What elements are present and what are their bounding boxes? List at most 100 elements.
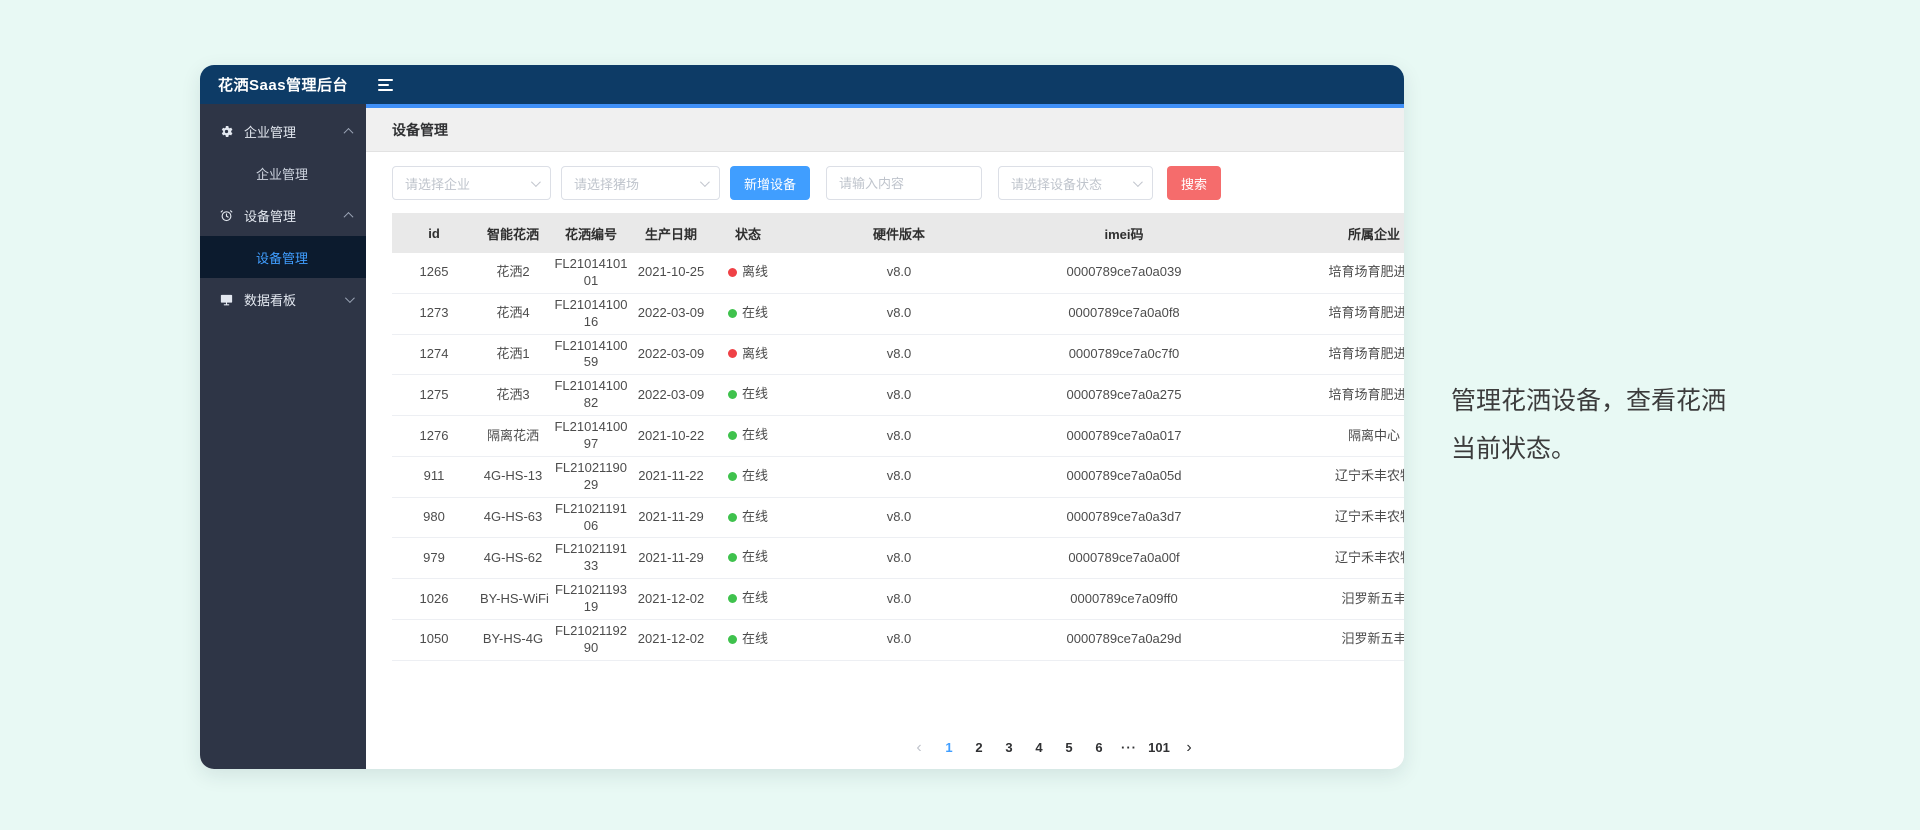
content-input-wrap — [826, 166, 982, 200]
status-label: 在线 — [742, 305, 768, 322]
enterprise-select[interactable]: 请选择企业 — [392, 166, 551, 200]
cell-company: 培育场育肥进栏 — [1236, 253, 1404, 293]
cell-hardware-version: v8.0 — [786, 579, 1012, 620]
cell-device-name: BY-HS-WiFi — [476, 579, 550, 620]
prev-page-button[interactable]: ‹ — [906, 735, 932, 761]
cell-company: 培育场育肥进栏 — [1236, 375, 1404, 416]
content-input[interactable] — [839, 176, 969, 191]
cell-device-name: 隔离花洒 — [476, 416, 550, 457]
page-button-5[interactable]: 5 — [1056, 735, 1082, 761]
pagination: ‹123456···101› — [906, 735, 1404, 761]
offline-status-dot — [728, 349, 737, 358]
cell-device-code: FL2101410082 — [550, 375, 632, 416]
cell-device-code: FL2101410059 — [550, 334, 632, 375]
page-button-4[interactable]: 4 — [1026, 735, 1052, 761]
table-row: 9114G-HS-13FL21021190292021-11-22在线v8.00… — [392, 456, 1404, 497]
main-panel: 设备管理 请选择企业 请选择猪场 新增设备 — [366, 104, 1404, 769]
table-row: 9804G-HS-63FL21021191062021-11-29在线v8.00… — [392, 497, 1404, 538]
cell-id: 911 — [392, 456, 476, 497]
sidebar-item-dashboard[interactable]: 数据看板 — [200, 278, 366, 320]
annotation-line-2: 当前状态。 — [1451, 425, 1791, 473]
status-label: 离线 — [742, 264, 768, 281]
app-title: 花洒Saas管理后台 — [200, 74, 348, 95]
cell-status: 在线 — [710, 456, 786, 497]
cell-status: 在线 — [710, 375, 786, 416]
online-status-dot — [728, 390, 737, 399]
cell-device-code: FL2102119106 — [550, 497, 632, 538]
cell-company: 汨罗新五丰 — [1236, 579, 1404, 620]
cell-device-name: 花洒3 — [476, 375, 550, 416]
sidebar: 企业管理企业管理设备管理设备管理数据看板 — [200, 104, 366, 769]
page: 花洒Saas管理后台 企业管理企业管理设备管理设备管理数据看板 设备管理 请选择… — [0, 0, 1920, 830]
chevron-down-icon — [700, 177, 710, 187]
cell-device-code: FL2101410016 — [550, 293, 632, 334]
cell-device-code: FL2102119029 — [550, 456, 632, 497]
chevron-up-icon — [344, 127, 354, 137]
cell-hardware-version: v8.0 — [786, 497, 1012, 538]
cell-hardware-version: v8.0 — [786, 375, 1012, 416]
cell-device-name: 4G-HS-62 — [476, 538, 550, 579]
cell-company: 隔离中心 — [1236, 416, 1404, 457]
cell-hardware-version: v8.0 — [786, 620, 1012, 661]
cell-company: 辽宁禾丰农牧 — [1236, 538, 1404, 579]
table-header-row: id智能花洒花洒编号生产日期状态硬件版本imei码所属企业 — [392, 213, 1404, 253]
cell-production-date: 2022-03-09 — [632, 334, 710, 375]
cell-production-date: 2021-10-22 — [632, 416, 710, 457]
cell-id: 1276 — [392, 416, 476, 457]
sidebar-item-device[interactable]: 设备管理 — [200, 194, 366, 236]
cell-device-name: 花洒1 — [476, 334, 550, 375]
table-row: 1276隔离花洒FL21014100972021-10-22在线v8.00000… — [392, 416, 1404, 457]
page-button-6[interactable]: 6 — [1086, 735, 1112, 761]
cell-imei: 0000789ce7a0a039 — [1012, 253, 1236, 293]
sidebar-subitem-enterprise[interactable]: 企业管理 — [200, 152, 366, 194]
cell-production-date: 2021-12-02 — [632, 620, 710, 661]
cell-imei: 0000789ce7a09ff0 — [1012, 579, 1236, 620]
content-area: 请选择企业 请选择猪场 新增设备 请选择设备状态 — [366, 152, 1404, 769]
page-button-3[interactable]: 3 — [996, 735, 1022, 761]
monitor-icon — [218, 291, 234, 307]
sidebar-subitem-device-active[interactable]: 设备管理 — [200, 236, 366, 278]
cell-production-date: 2021-11-22 — [632, 456, 710, 497]
column-header: imei码 — [1012, 213, 1236, 253]
cell-device-code: FL2102119290 — [550, 620, 632, 661]
cell-device-code: FL2101410101 — [550, 253, 632, 293]
farm-select-placeholder: 请选择猪场 — [574, 174, 692, 193]
device-status-select-placeholder: 请选择设备状态 — [1011, 174, 1125, 193]
column-header: 智能花洒 — [476, 213, 550, 253]
offline-status-dot — [728, 268, 737, 277]
cell-id: 980 — [392, 497, 476, 538]
cell-status: 在线 — [710, 620, 786, 661]
cell-device-name: 花洒2 — [476, 253, 550, 293]
cell-production-date: 2021-10-25 — [632, 253, 710, 293]
cell-company: 汨罗新五丰 — [1236, 620, 1404, 661]
page-button-101[interactable]: 101 — [1146, 735, 1172, 761]
page-button-2[interactable]: 2 — [966, 735, 992, 761]
add-device-button[interactable]: 新增设备 — [730, 166, 810, 200]
cell-hardware-version: v8.0 — [786, 293, 1012, 334]
table-row: 9794G-HS-62FL21021191332021-11-29在线v8.00… — [392, 538, 1404, 579]
collapse-menu-icon[interactable] — [378, 79, 393, 91]
farm-select[interactable]: 请选择猪场 — [561, 166, 720, 200]
cell-hardware-version: v8.0 — [786, 334, 1012, 375]
annotation-line-1: 管理花洒设备，查看花洒 — [1451, 377, 1791, 425]
sidebar-item-label: 设备管理 — [244, 206, 335, 225]
alarm-clock-icon — [218, 207, 234, 223]
app-header: 花洒Saas管理后台 — [200, 65, 1404, 104]
page-button-1[interactable]: 1 — [936, 735, 962, 761]
more-pages-ellipsis[interactable]: ··· — [1116, 735, 1142, 761]
breadcrumb: 设备管理 — [366, 108, 1404, 152]
next-page-button[interactable]: › — [1176, 735, 1202, 761]
cell-id: 1275 — [392, 375, 476, 416]
table-row: 1274花洒1FL21014100592022-03-09离线v8.000007… — [392, 334, 1404, 375]
column-header: id — [392, 213, 476, 253]
cell-imei: 0000789ce7a0a275 — [1012, 375, 1236, 416]
sidebar-item-enterprise[interactable]: 企业管理 — [200, 110, 366, 152]
cell-id: 1265 — [392, 253, 476, 293]
table-row: 1275花洒3FL21014100822022-03-09在线v8.000007… — [392, 375, 1404, 416]
search-button[interactable]: 搜索 — [1167, 166, 1221, 200]
cell-company: 培育场育肥进栏 — [1236, 293, 1404, 334]
chevron-down-icon — [531, 177, 541, 187]
device-status-select[interactable]: 请选择设备状态 — [998, 166, 1153, 200]
cell-production-date: 2022-03-09 — [632, 293, 710, 334]
cell-imei: 0000789ce7a0a29d — [1012, 620, 1236, 661]
